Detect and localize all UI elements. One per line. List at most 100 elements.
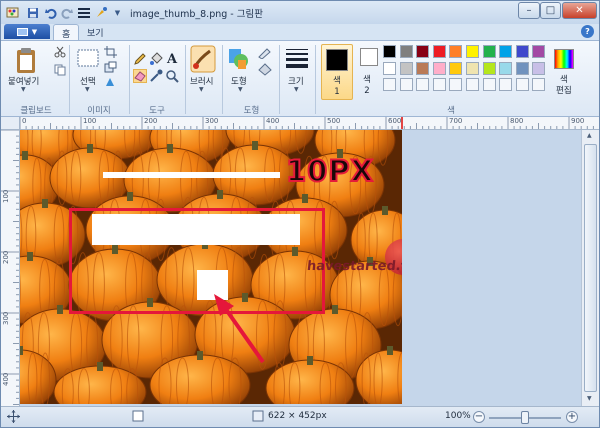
copy-icon[interactable] bbox=[54, 64, 66, 76]
status-bar: 622 × 452px 100% − + bbox=[1, 406, 599, 427]
ruler-corner bbox=[1, 117, 20, 130]
color1-swatch bbox=[326, 49, 348, 71]
color1-button[interactable]: 색 1 bbox=[321, 44, 353, 100]
palette-swatch[interactable] bbox=[499, 45, 513, 58]
text-icon[interactable]: A bbox=[165, 52, 179, 67]
brushes-dropdown-icon[interactable]: ▼ bbox=[199, 86, 204, 93]
palette-swatch-empty[interactable] bbox=[399, 78, 413, 92]
palette-swatch[interactable] bbox=[416, 61, 430, 75]
palette-swatch[interactable] bbox=[532, 45, 546, 58]
palette-swatch-empty[interactable] bbox=[515, 78, 529, 92]
scrollbar-thumb[interactable] bbox=[584, 144, 597, 392]
shapes-dropdown-icon[interactable]: ▼ bbox=[238, 86, 243, 93]
scroll-up-icon[interactable]: ▲ bbox=[587, 132, 592, 139]
crop-icon[interactable] bbox=[104, 46, 117, 58]
customize-icon[interactable] bbox=[94, 5, 109, 20]
separator bbox=[279, 45, 280, 114]
tab-home[interactable]: 홈 bbox=[53, 24, 80, 40]
zoom-in-button[interactable]: + bbox=[566, 411, 578, 423]
eraser-icon[interactable] bbox=[133, 69, 147, 83]
palette-swatch[interactable] bbox=[515, 45, 529, 58]
maximize-button[interactable]: □ bbox=[540, 2, 561, 19]
help-icon[interactable]: ? bbox=[581, 25, 594, 38]
ruler-label: 700 bbox=[449, 117, 463, 125]
magnifier-icon[interactable] bbox=[165, 69, 179, 83]
palette-swatch[interactable] bbox=[515, 61, 529, 75]
palette-swatch-empty[interactable] bbox=[532, 78, 546, 92]
cut-icon[interactable] bbox=[54, 46, 66, 58]
color-picker-icon[interactable] bbox=[149, 69, 163, 83]
quick-access-lines-icon[interactable] bbox=[76, 5, 91, 20]
paint-window: ▼ image_thumb_8.png - 그림판 – □ ✕ ▼ 홈 보기 ?… bbox=[0, 0, 600, 428]
palette-swatch[interactable] bbox=[449, 61, 463, 75]
palette-swatch[interactable] bbox=[466, 45, 479, 58]
canvas-size-icon bbox=[252, 410, 264, 425]
palette-swatch-empty[interactable] bbox=[466, 78, 479, 92]
select-dropdown-icon[interactable]: ▼ bbox=[85, 86, 90, 93]
paste-dropdown-icon[interactable]: ▼ bbox=[21, 86, 26, 93]
edit-colors-icon[interactable] bbox=[554, 49, 574, 69]
vertical-scrollbar[interactable]: ▲ ▼ bbox=[581, 130, 599, 406]
ruler-label: 800 bbox=[510, 117, 524, 125]
close-button[interactable]: ✕ bbox=[562, 2, 597, 19]
palette-swatch[interactable] bbox=[383, 61, 396, 75]
size-dropdown-icon[interactable]: ▼ bbox=[294, 86, 299, 93]
palette-swatch-empty[interactable] bbox=[499, 78, 513, 92]
palette-swatch[interactable] bbox=[416, 45, 430, 58]
redo-icon[interactable] bbox=[59, 5, 74, 20]
palette-swatch[interactable] bbox=[499, 61, 513, 75]
palette-swatch[interactable] bbox=[399, 61, 413, 75]
save-icon[interactable] bbox=[25, 5, 40, 20]
palette-swatch[interactable] bbox=[532, 61, 546, 75]
color2-swatch[interactable] bbox=[360, 48, 378, 66]
minimize-button[interactable]: – bbox=[518, 2, 540, 19]
edit-colors-button[interactable]: 색 편집 bbox=[556, 75, 572, 97]
ruler-label: 200 bbox=[2, 250, 10, 264]
resize-icon[interactable] bbox=[104, 61, 117, 73]
clipboard-group-label: 클립보드 bbox=[20, 106, 52, 116]
zoom-slider-thumb[interactable] bbox=[521, 411, 529, 424]
image-group-label: 이미지 bbox=[87, 106, 111, 116]
tab-view[interactable]: 보기 bbox=[79, 24, 112, 40]
brushes-icon[interactable] bbox=[190, 45, 216, 73]
palette-swatch[interactable] bbox=[432, 61, 446, 75]
palette-swatch-empty[interactable] bbox=[449, 78, 463, 92]
palette-swatch-empty[interactable] bbox=[432, 78, 446, 92]
select-icon[interactable] bbox=[77, 49, 99, 67]
color2-label[interactable]: 색 2 bbox=[363, 75, 371, 97]
undo-icon[interactable] bbox=[43, 5, 58, 20]
palette-swatch[interactable] bbox=[383, 45, 396, 58]
paint-menu-button[interactable]: ▼ bbox=[4, 24, 50, 39]
horizontal-ruler: 01002003004005006007008009001000 bbox=[20, 117, 599, 130]
palette-swatch-empty[interactable] bbox=[482, 78, 496, 92]
palette-swatch-empty[interactable] bbox=[383, 78, 396, 92]
image-canvas[interactable]: 10PX havestarted.tistory.com bbox=[20, 130, 402, 404]
chevron-down-icon: ▼ bbox=[31, 27, 38, 36]
quick-access-dropdown-icon[interactable]: ▼ bbox=[110, 5, 125, 20]
zoom-out-button[interactable]: − bbox=[473, 411, 485, 423]
rotate-icon[interactable] bbox=[104, 76, 117, 88]
pencil-icon[interactable] bbox=[133, 52, 147, 66]
scroll-down-icon[interactable]: ▼ bbox=[587, 395, 592, 402]
canvas-dimensions: 622 × 452px bbox=[268, 411, 327, 421]
fill-icon[interactable] bbox=[149, 52, 163, 66]
size-icon[interactable] bbox=[285, 47, 309, 69]
palette-swatch[interactable] bbox=[432, 45, 446, 58]
paste-icon[interactable] bbox=[13, 47, 39, 75]
work-area[interactable]: 10PX havestarted.tistory.com bbox=[20, 130, 581, 406]
move-arrows-icon bbox=[7, 410, 20, 426]
close-icon: ✕ bbox=[575, 5, 584, 16]
palette-swatch[interactable] bbox=[466, 61, 479, 75]
shapes-icon[interactable] bbox=[227, 46, 251, 72]
ruler-label: 900 bbox=[571, 117, 585, 125]
palette-swatch[interactable] bbox=[482, 45, 496, 58]
palette-swatch-empty[interactable] bbox=[416, 78, 430, 92]
palette-swatch[interactable] bbox=[399, 45, 413, 58]
fill-shape-icon[interactable] bbox=[257, 63, 273, 76]
ruler-label: 0 bbox=[22, 117, 27, 125]
paint-app-icon[interactable] bbox=[5, 5, 20, 20]
outline-icon[interactable] bbox=[257, 46, 273, 59]
separator bbox=[69, 45, 70, 114]
palette-swatch[interactable] bbox=[482, 61, 496, 75]
palette-swatch[interactable] bbox=[449, 45, 463, 58]
